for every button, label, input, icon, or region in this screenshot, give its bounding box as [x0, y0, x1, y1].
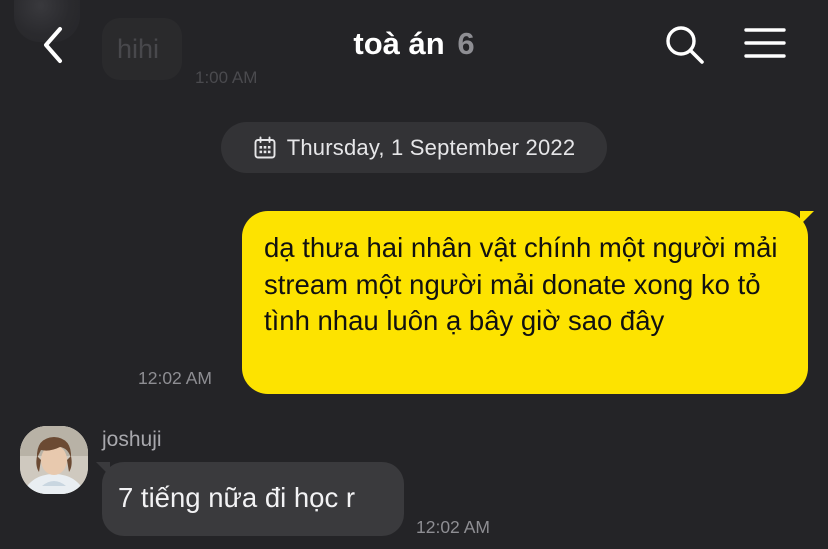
- incoming-message-bubble[interactable]: 7 tiếng nữa đi học r: [96, 462, 404, 536]
- outgoing-message-bubble[interactable]: dạ thưa hai nhân vật chính một người mải…: [242, 211, 814, 394]
- member-count: 6: [457, 26, 475, 61]
- calendar-icon: [254, 136, 276, 158]
- outgoing-message-time: 12:02 AM: [138, 368, 212, 388]
- hamburger-menu-icon: [744, 28, 786, 58]
- chat-title: toà án 6: [250, 26, 578, 62]
- date-divider-text: Thursday, 1 September 2022: [286, 134, 576, 160]
- outgoing-message-text: dạ thưa hai nhân vật chính một người mải…: [264, 232, 778, 336]
- date-divider: Thursday, 1 September 2022: [221, 122, 607, 173]
- back-button[interactable]: [30, 22, 76, 68]
- sender-name[interactable]: joshuji: [102, 428, 162, 452]
- chat-title-name: toà án: [353, 26, 445, 61]
- chevron-left-icon: [44, 27, 62, 63]
- chat-header: toà án 6: [0, 0, 828, 92]
- search-button[interactable]: [662, 22, 708, 68]
- incoming-message-text: 7 tiếng nữa đi học r: [118, 482, 356, 513]
- profile-photo-icon: [20, 426, 88, 494]
- search-icon: [666, 26, 704, 64]
- menu-button[interactable]: [740, 22, 790, 68]
- incoming-message-time: 12:02 AM: [416, 517, 490, 537]
- sender-avatar[interactable]: [20, 426, 88, 494]
